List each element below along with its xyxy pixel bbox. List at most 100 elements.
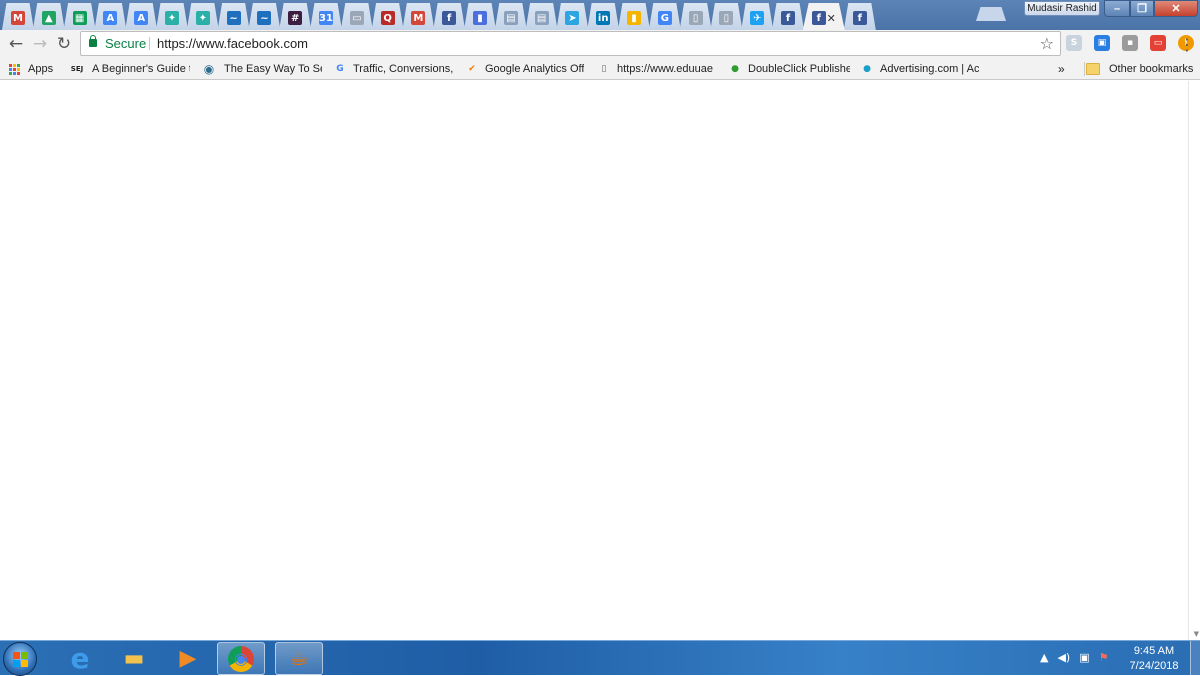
- bookmark-item[interactable]: G Traffic, Conversions,: [333, 58, 455, 80]
- reload-button[interactable]: ↻: [53, 34, 75, 54]
- browser-tab[interactable]: A: [94, 3, 127, 30]
- calendar-icon: 31: [319, 11, 333, 25]
- browser-tab[interactable]: Q: [371, 3, 404, 30]
- adwords-icon: A: [103, 11, 118, 25]
- system-clock[interactable]: 9:45 AM 7/24/2018: [1122, 644, 1186, 674]
- bookmark-other-folder[interactable]: Other bookmarks: [1086, 58, 1193, 80]
- page-viewport[interactable]: [0, 81, 1200, 640]
- bookmark-item[interactable]: ◉ The Easy Way To Se: [200, 58, 322, 80]
- browser-tab[interactable]: M: [402, 3, 435, 30]
- profile-button[interactable]: Mudasir Rashid: [1024, 1, 1100, 16]
- browser-tab[interactable]: ~: [217, 3, 250, 30]
- extension-blue-icon[interactable]: ▣: [1094, 35, 1110, 51]
- bookmark-item[interactable]: SEJ A Beginner's Guide t: [68, 58, 190, 80]
- vertical-scrollbar[interactable]: ▼: [1188, 81, 1200, 640]
- browser-tab[interactable]: G: [648, 3, 681, 30]
- bookmark-apps[interactable]: Apps: [9, 58, 53, 80]
- bird-icon: ✦: [195, 11, 210, 25]
- extension-gray-icon[interactable]: ▪: [1122, 35, 1138, 51]
- bookmark-label: A Beginner's Guide t: [92, 63, 190, 75]
- browser-tab[interactable]: in: [587, 3, 620, 30]
- bookmark-star-icon[interactable]: ☆: [1040, 32, 1054, 55]
- analytics-icon: ✔: [468, 64, 476, 74]
- browser-tab[interactable]: ▦: [63, 3, 96, 30]
- file-explorer-icon: ▬: [123, 646, 145, 671]
- scroll-down-arrow-icon[interactable]: ▼: [1194, 630, 1199, 638]
- minimize-button[interactable]: –: [1104, 0, 1130, 17]
- chrome-icon: ◉: [228, 645, 254, 672]
- facebook-icon: f: [442, 11, 457, 25]
- show-hidden-icons-icon[interactable]: ▲: [1040, 651, 1048, 664]
- internet-explorer-icon: e: [70, 642, 90, 675]
- bookmark-label: The Easy Way To Se: [224, 63, 322, 75]
- browser-tab[interactable]: M: [2, 3, 34, 30]
- browser-tab[interactable]: f: [433, 3, 466, 30]
- bookmark-label: Other bookmarks: [1109, 63, 1194, 75]
- maximize-button[interactable]: ❐: [1130, 0, 1154, 17]
- browser-tab[interactable]: ▮: [618, 3, 650, 30]
- folder-icon: [1086, 63, 1100, 75]
- browser-tab[interactable]: ✦: [156, 3, 188, 30]
- browser-toolbar: ← → ↻ Secure https://www.facebook.com ☆ …: [0, 30, 1200, 58]
- lock-icon[interactable]: [89, 35, 97, 47]
- doubleclick-icon: ●: [731, 64, 739, 74]
- browser-tab[interactable]: 31: [310, 3, 342, 30]
- bookmark-item[interactable]: ▯ https://www.eduuae: [597, 58, 719, 80]
- bird-icon: ✦: [165, 11, 179, 25]
- browser-tab[interactable]: ▤: [494, 3, 527, 30]
- browser-tab[interactable]: A: [125, 3, 158, 30]
- browser-tab[interactable]: f: [772, 3, 804, 30]
- browser-tab[interactable]: f ✕: [802, 3, 845, 30]
- document-icon: ▯: [719, 11, 734, 25]
- browser-tab[interactable]: ✦: [186, 3, 219, 30]
- address-bar[interactable]: Secure https://www.facebook.com ☆: [80, 31, 1061, 56]
- browser-tab[interactable]: ▤: [525, 3, 558, 30]
- linkedin-icon: in: [596, 11, 611, 25]
- new-tab-button[interactable]: [976, 7, 1006, 21]
- browser-tab[interactable]: #: [279, 3, 312, 30]
- java-icon: ☕: [289, 646, 309, 671]
- facebook-icon: f: [852, 11, 867, 25]
- skype-icon[interactable]: S: [1066, 35, 1082, 51]
- browser-tab[interactable]: ✈: [741, 3, 774, 30]
- browser-tab[interactable]: ➤: [556, 3, 589, 30]
- tab-list: M ▲ ▦ A A ✦ ✦ ~ ~ #31 ▭ Q Mf ▮ ▤ ▤ ➤ in ▮ G ▯ ▯ ✈ f f ✕ f: [2, 3, 1022, 30]
- bookmark-label: https://www.eduuae: [617, 63, 714, 75]
- bookmark-item[interactable]: ● Advertising.com | Ac: [860, 58, 984, 80]
- network-icon[interactable]: ▣: [1079, 651, 1089, 664]
- browser-tab[interactable]: f: [843, 3, 876, 30]
- start-button[interactable]: [3, 642, 37, 676]
- chrome-menu-button[interactable]: ⋮: [1176, 34, 1198, 54]
- browser-tab[interactable]: ▯: [710, 3, 743, 30]
- bookmark-item[interactable]: ✔ Google Analytics Off: [465, 58, 587, 80]
- secure-label[interactable]: Secure: [105, 32, 146, 55]
- browser-tab[interactable]: ▯: [679, 3, 712, 30]
- bookmark-icon: ▮: [473, 11, 487, 25]
- taskbar-app-button[interactable]: ▬: [110, 642, 158, 675]
- bookmark-label: DoubleClick Publishe: [748, 63, 850, 75]
- volume-icon[interactable]: ◀): [1057, 651, 1070, 664]
- cast-icon[interactable]: ▭: [1150, 35, 1166, 51]
- close-window-button[interactable]: ✕: [1154, 0, 1198, 17]
- bookmark-item[interactable]: ● DoubleClick Publishe: [728, 58, 850, 80]
- taskbar-app-button[interactable]: ▶: [164, 642, 212, 675]
- browser-tab[interactable]: ▭: [340, 3, 373, 30]
- close-tab-icon[interactable]: ✕: [827, 12, 836, 25]
- show-desktop-button[interactable]: [1190, 641, 1200, 676]
- taskbar-app-button[interactable]: ☕: [275, 642, 323, 675]
- browser-tab[interactable]: ▲: [32, 3, 65, 30]
- url-text[interactable]: https://www.facebook.com: [157, 32, 308, 55]
- bookmarks-overflow-button[interactable]: »: [1058, 58, 1065, 80]
- sej-icon: SEJ: [70, 65, 84, 73]
- page-icon: ▯: [601, 64, 607, 74]
- browser-tab[interactable]: ▮: [464, 3, 496, 30]
- browser-tab[interactable]: ~: [248, 3, 281, 30]
- page-icon: ▭: [349, 11, 364, 25]
- taskbar-app-button[interactable]: e: [56, 642, 104, 675]
- forward-button[interactable]: →: [29, 34, 51, 54]
- back-button[interactable]: ←: [5, 34, 27, 54]
- bookmarks-separator: [1084, 62, 1085, 76]
- store-icon: ▤: [534, 11, 549, 25]
- action-center-icon[interactable]: ⚑: [1099, 651, 1109, 664]
- taskbar-app-button[interactable]: ◉: [217, 642, 265, 675]
